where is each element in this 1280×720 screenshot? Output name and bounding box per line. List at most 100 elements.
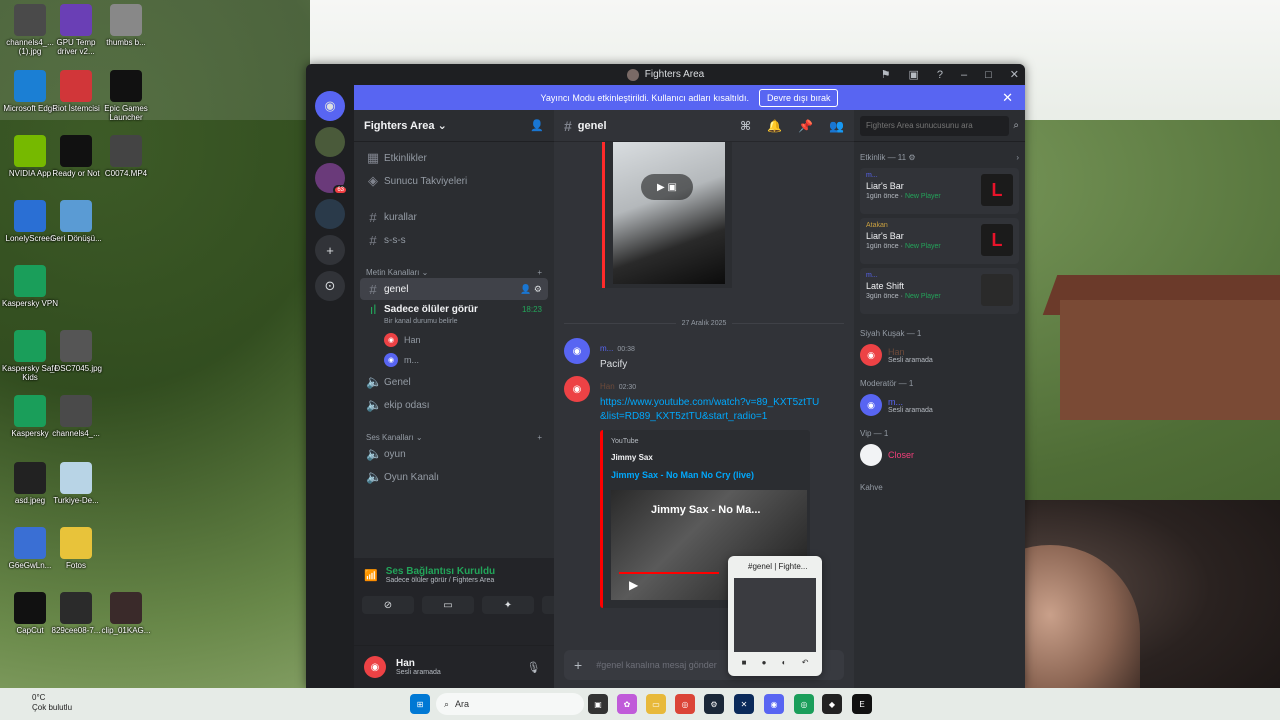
- bell-icon[interactable]: 🔔: [767, 119, 782, 133]
- camera-off-button[interactable]: ⊘: [362, 596, 414, 614]
- start-icon[interactable]: ⊞: [410, 694, 430, 714]
- search-box[interactable]: ⌕ Ara: [436, 693, 584, 715]
- inbox-icon[interactable]: ▣: [908, 68, 918, 81]
- pin-icon[interactable]: 📌: [798, 119, 813, 133]
- app-icon[interactable]: ◆: [822, 694, 842, 714]
- app-icon[interactable]: ◎: [794, 694, 814, 714]
- preview-thumbnail[interactable]: [734, 578, 816, 652]
- activity-header[interactable]: Etkinlik — 11 ⚙ ›: [854, 150, 1025, 164]
- play-icon[interactable]: ▶: [629, 578, 638, 592]
- member-item[interactable]: ◉ Han Sesli aramada: [854, 340, 1025, 370]
- desktop-icon-label: Turkiye-De...: [53, 496, 99, 505]
- activity-card[interactable]: m... Late Shift 3gün önce · New Player: [860, 268, 1019, 314]
- add-channel-icon[interactable]: +: [537, 433, 542, 442]
- taskbar-preview[interactable]: #genel | Fighte... ■ ● ◐ ↶: [728, 556, 822, 676]
- desktop-icon[interactable]: Turkiye-De...: [46, 462, 106, 505]
- desktop-icon[interactable]: channels4_...: [46, 395, 106, 438]
- voice-location[interactable]: Sadece ölüler görür / Fighters Area: [386, 577, 556, 584]
- disable-streamer-mode-button[interactable]: Devre dışı bırak: [758, 88, 839, 107]
- help-icon[interactable]: ?: [937, 69, 943, 81]
- voice-channel-oyun[interactable]: 🔈 oyun: [360, 443, 548, 465]
- close-button[interactable]: ✕: [1010, 68, 1019, 81]
- message-input[interactable]: #genel kanalına mesaj gönder: [596, 660, 717, 670]
- screen-share-button[interactable]: ▭: [422, 596, 474, 614]
- calendar-icon: ▦: [366, 150, 380, 165]
- camera-icon[interactable]: ■: [742, 658, 747, 672]
- voice-channel-active[interactable]: ıl Sadece ölüler görür 18:23: [360, 301, 548, 317]
- video-attachment[interactable]: ▶ ▣: [602, 142, 732, 288]
- voice-channel-genel[interactable]: 🔈 Genel: [360, 371, 548, 393]
- message-link[interactable]: https://www.youtube.com/watch?v=89_KXT5z…: [600, 396, 820, 424]
- member-list-icon[interactable]: 👥: [829, 119, 844, 133]
- channel-genel[interactable]: # genel 👤 ⚙: [360, 278, 548, 300]
- steam-icon[interactable]: ⚙: [704, 694, 724, 714]
- app-icon: [14, 265, 46, 297]
- file-explorer-icon[interactable]: ▭: [646, 694, 666, 714]
- desktop-icon[interactable]: C0074.MP4: [96, 135, 156, 178]
- flag-icon[interactable]: ⚑: [881, 68, 891, 81]
- message-author[interactable]: m...: [600, 344, 613, 353]
- desktop-icon[interactable]: Epic Games Launcher: [96, 70, 156, 122]
- add-attachment-icon[interactable]: +: [574, 657, 582, 673]
- microphone-icon[interactable]: 🎙: [526, 661, 540, 674]
- voice-channel-ekip-odasi[interactable]: 🔈 ekip odası: [360, 394, 548, 416]
- add-member-icon[interactable]: 👤: [530, 119, 544, 132]
- avatar[interactable]: ◉: [364, 656, 386, 678]
- play-icon[interactable]: ▶ ▣: [641, 174, 693, 200]
- disconnect-icon[interactable]: ↶: [802, 658, 809, 672]
- discover-icon[interactable]: ⊙: [315, 271, 345, 301]
- server-icon-1[interactable]: [315, 127, 345, 157]
- minimize-button[interactable]: –: [961, 69, 967, 81]
- member-item[interactable]: ◉ m... Sesli aramada: [854, 390, 1025, 420]
- hash-icon: #: [369, 232, 377, 248]
- embed-author[interactable]: Jimmy Sax: [611, 453, 802, 462]
- task-view-icon[interactable]: ▣: [588, 694, 608, 714]
- avatar[interactable]: ◉: [564, 376, 590, 402]
- activity-card[interactable]: Atakan Liar's Bar 1gün önce · New Player…: [860, 218, 1019, 264]
- add-channel-icon[interactable]: +: [537, 268, 542, 277]
- microphone-icon[interactable]: ●: [762, 658, 767, 672]
- copilot-icon[interactable]: ✿: [617, 694, 637, 714]
- epic-games-icon[interactable]: E: [852, 694, 872, 714]
- desktop-icon[interactable]: _DSC7045.jpg: [46, 330, 106, 373]
- server-icon-fighters-area[interactable]: [315, 199, 345, 229]
- threads-icon[interactable]: ⌘: [740, 119, 751, 133]
- voice-user-m[interactable]: ◉ m...: [384, 350, 554, 370]
- member-item[interactable]: Closer: [854, 440, 1025, 470]
- sidebar-item-events[interactable]: ▦ Etkinlikler: [360, 147, 548, 169]
- close-icon[interactable]: ✕: [1002, 90, 1013, 106]
- sidebar-item-boosts[interactable]: ◈ Sunucu Takviyeleri: [360, 170, 548, 192]
- activities-button[interactable]: ✦: [482, 596, 534, 614]
- server-header[interactable]: Fighters Area ⌄ 👤: [354, 110, 554, 142]
- activity-card[interactable]: m... Liar's Bar 1gün önce · New Player L: [860, 168, 1019, 214]
- chrome-icon[interactable]: ◎: [675, 694, 695, 714]
- category-text-channels[interactable]: Metin Kanalları ⌄ +: [354, 257, 554, 277]
- embed-provider[interactable]: YouTube: [611, 438, 802, 445]
- server-icon-2[interactable]: 63: [315, 163, 348, 195]
- avatar[interactable]: ◉: [564, 338, 590, 364]
- weather-widget[interactable]: 0°C Çok bulutlu: [14, 693, 72, 713]
- desktop-icon[interactable]: thumbs b...: [96, 4, 156, 47]
- channel-sss[interactable]: # s-s-s: [360, 229, 548, 251]
- search-icon[interactable]: ⌕: [1013, 120, 1019, 131]
- embed-title[interactable]: Jimmy Sax - No Man No Cry (live): [611, 470, 802, 480]
- voice-user-han[interactable]: ◉ Han: [384, 330, 554, 350]
- channel-kurallar[interactable]: # kurallar: [360, 206, 548, 228]
- desktop-icon[interactable]: clip_01KAG...: [96, 592, 156, 635]
- add-server-icon[interactable]: +: [315, 235, 345, 265]
- discord-icon[interactable]: ◉: [764, 694, 784, 714]
- chevron-right-icon[interactable]: ›: [1016, 153, 1019, 162]
- desktop-icon[interactable]: Kaspersky VPN: [0, 265, 60, 308]
- voice-channel-oyun-kanali[interactable]: 🔈 Oyun Kanalı: [360, 466, 548, 488]
- app-icon[interactable]: ✕: [734, 694, 754, 714]
- maximize-button[interactable]: □: [985, 69, 992, 81]
- headphones-icon[interactable]: ◐: [782, 658, 787, 672]
- desktop-icon[interactable]: Geri Dönüşü...: [46, 200, 106, 243]
- search-input[interactable]: [860, 115, 1010, 136]
- category-voice-channels[interactable]: Ses Kanalları ⌄ +: [354, 422, 554, 442]
- discord-home-icon[interactable]: ◉: [315, 91, 345, 121]
- message-author[interactable]: Han: [600, 382, 615, 391]
- desktop-icon[interactable]: Fotos: [46, 527, 106, 570]
- channel-settings-icon[interactable]: 👤 ⚙: [520, 284, 542, 295]
- voice-status-hint[interactable]: Bir kanal durumu belirle: [384, 318, 554, 330]
